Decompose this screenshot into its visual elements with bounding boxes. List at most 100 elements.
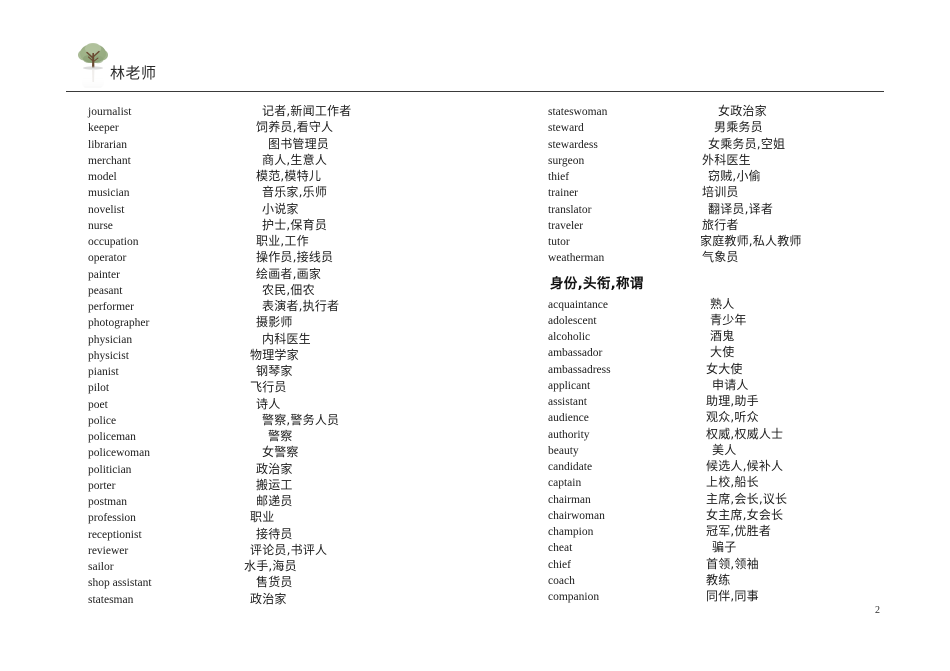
vocabulary-definition: 表演者,执行者 [262,299,340,313]
vocabulary-definition: 主席,会长,议长 [706,491,788,506]
vocabulary-definition: 农民,佃农 [262,282,315,297]
vocabulary-term: coach [548,574,575,587]
vocabulary-definition: 摄影师 [256,315,293,330]
vocabulary-definition: 男乘务员 [714,120,763,135]
vocabulary-entry: cheat 骗子 [548,540,948,556]
vocabulary-entry: audience 观众,听众 [548,410,948,426]
vocabulary-entry: postman 邮递员 [88,494,488,510]
vocabulary-entry: photographer 摄影师 [88,315,488,331]
vocabulary-term: sailor [88,561,114,573]
vocabulary-entry: assistant 助理,助手 [548,394,948,410]
vocabulary-entry: keeper 饲养员,看守人 [88,120,488,136]
vocabulary-term: operator [88,252,127,265]
header-divider [66,91,884,92]
page-number: 2 [875,605,880,616]
vocabulary-definition: 商人,生意人 [262,152,328,167]
vocabulary-entry: chief 首领,领袖 [548,557,948,573]
vocabulary-entry: applicant 申请人 [548,378,948,394]
vocabulary-entry: model 模范,模特儿 [88,169,488,185]
vocabulary-definition: 女乘务员,空姐 [708,136,786,151]
vocabulary-entry: occupation 职业,工作 [88,234,488,250]
vocabulary-entry: peasant 农民,佃农 [88,283,488,299]
vocabulary-definition: 青少年 [710,312,747,327]
vocabulary-definition: 警察 [268,429,293,443]
vocabulary-term: authority [548,428,590,441]
vocabulary-definition: 同伴,同事 [706,589,759,603]
vocabulary-term: peasant [88,284,123,297]
vocabulary-entry: adolescent 青少年 [548,313,948,329]
vocabulary-entry: traveler 旅行者 [548,218,948,234]
vocabulary-definition: 职业 [250,510,275,525]
vocabulary-term: novelist [88,203,125,216]
vocabulary-entry: statesman 政治家 [88,592,488,608]
vocabulary-entry: physician 内科医生 [88,332,488,348]
vocabulary-entry: stateswoman 女政治家 [548,104,948,120]
vocabulary-term: occupation [88,236,139,248]
vocabulary-definition: 女主席,女会长 [706,507,784,522]
vocabulary-term: ambassador [548,347,603,360]
vocabulary-definition: 窃贼,小偷 [708,169,761,183]
vocabulary-entry: musician 音乐家,乐师 [88,185,488,201]
vocabulary-term: assistant [548,396,587,408]
vocabulary-entry: porter 搬运工 [88,478,488,494]
vocabulary-term: adolescent [548,314,597,327]
vocabulary-definition: 飞行员 [250,380,287,395]
vocabulary-definition: 记者,新闻工作者 [262,104,352,118]
vocabulary-term: pianist [88,366,119,378]
vocabulary-column-left: journalist 记者,新闻工作者 keeper 饲养员,看守人 librarian… [88,104,488,608]
vocabulary-entry: surgeon 外科医生 [548,153,948,169]
vocabulary-term: profession [88,512,136,525]
vocabulary-entry: reviewer 评论员,书评人 [88,543,488,559]
vocabulary-definition: 物理学家 [250,347,299,362]
vocabulary-entry: shop assistant 售货员 [88,575,488,591]
vocabulary-definition: 外科医生 [702,152,751,167]
vocabulary-term: steward [548,122,584,135]
vocabulary-definition: 钢琴家 [256,364,293,378]
vocabulary-term: stateswoman [548,106,608,118]
vocabulary-column-right: stateswoman 女政治家 steward 男乘务员 stewardess 女乘务员… [548,104,948,605]
vocabulary-term: postman [88,496,127,508]
section-heading: 身份,头衔,称谓 [550,275,644,292]
vocabulary-definition: 美人 [712,442,737,457]
vocabulary-definition: 水手,海员 [244,559,297,573]
vocabulary-entry: policeman 警察 [88,429,488,445]
vocabulary-term: politician [88,463,132,476]
vocabulary-definition: 模范,模特儿 [256,169,322,183]
vocabulary-definition: 上校,船长 [706,475,759,490]
vocabulary-entry: candidate 候选人,候补人 [548,459,948,475]
vocabulary-definition: 熟人 [710,296,735,311]
vocabulary-term: chief [548,558,571,571]
document-page: 林老师 journalist 记者,新闻工作者 keeper 饲养员,看守人 libra… [0,0,950,671]
vocabulary-entry: trainer 培训员 [548,185,948,201]
vocabulary-term: thief [548,171,570,183]
vocabulary-definition: 首领,领袖 [706,556,759,571]
vocabulary-term: poet [88,398,108,411]
vocabulary-definition: 助理,助手 [706,394,759,408]
vocabulary-entry: chairwoman 女主席,女会长 [548,508,948,524]
vocabulary-term: nurse [88,219,113,232]
vocabulary-entry: ambassador 大使 [548,345,948,361]
vocabulary-term: captain [548,477,582,490]
vocabulary-term: policewoman [88,447,150,460]
vocabulary-definition: 绘画者,画家 [256,266,322,281]
vocabulary-entry: translator 翻译员,译者 [548,202,948,218]
vocabulary-definition: 接待员 [256,526,293,541]
vocabulary-term: audience [548,412,589,425]
vocabulary-entry: ambassadress 女大使 [548,362,948,378]
vocabulary-term: surgeon [548,154,585,167]
vocabulary-term: champion [548,526,594,538]
vocabulary-definition: 政治家 [256,461,293,476]
vocabulary-term: policeman [88,431,136,443]
vocabulary-term: companion [548,591,600,603]
vocabulary-entry: chairman 主席,会长,议长 [548,492,948,508]
vocabulary-term: applicant [548,379,591,392]
vocabulary-definition: 冠军,优胜者 [706,524,772,538]
vocabulary-entry: coach 教练 [548,573,948,589]
vocabulary-definition: 翻译员,译者 [708,201,774,216]
vocabulary-definition: 家庭教师,私人教师 [700,234,802,248]
vocabulary-term: keeper [88,122,119,135]
vocabulary-definition: 女政治家 [718,104,767,118]
vocabulary-term: painter [88,268,120,281]
vocabulary-term: candidate [548,461,593,473]
vocabulary-term: translator [548,203,592,216]
